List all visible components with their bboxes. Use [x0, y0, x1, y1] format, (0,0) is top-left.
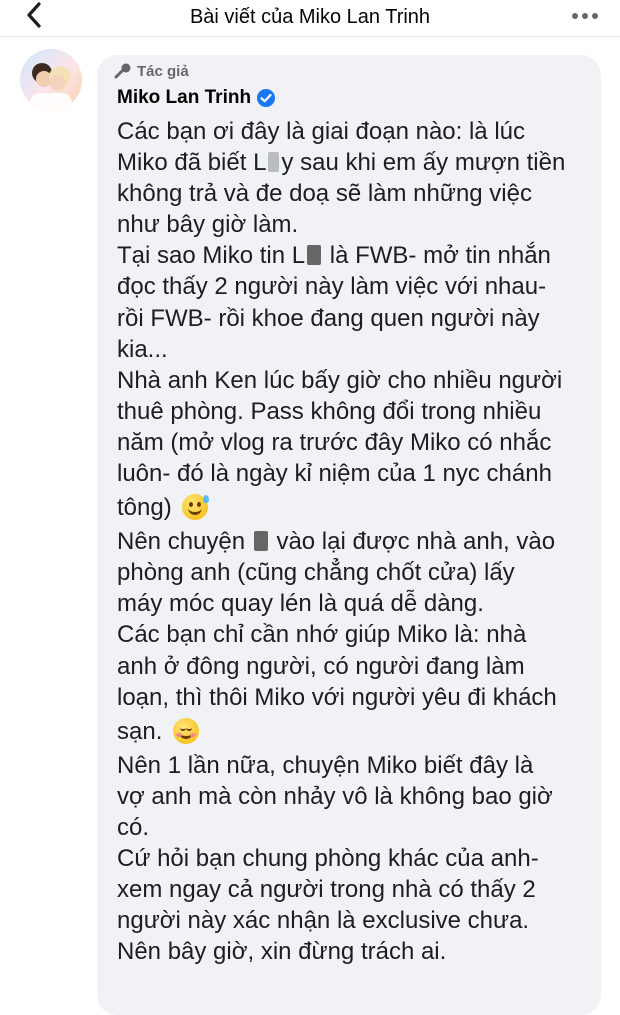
avatar-image — [30, 63, 72, 111]
grinning-sweat-emoji-icon — [182, 494, 210, 521]
text-line: Các bạn ơi đây là giai đoạn nào: là lúc — [117, 118, 525, 145]
author-badge-label: Tác giả — [137, 62, 189, 80]
text-line: sạn. — [117, 713, 595, 750]
redaction-mark — [253, 531, 268, 552]
more-options-button[interactable] — [568, 4, 602, 28]
text-line: xem ngay cả người trong nhà có thấy 2 — [117, 876, 536, 904]
text-line: kia... — [117, 335, 168, 363]
text-line: như bây giờ làm. — [117, 211, 299, 239]
microphone-icon — [113, 62, 133, 80]
author-name[interactable]: Miko Lan Trinh — [117, 87, 276, 109]
text-line: vợ anh mà còn nhảy vô là không bao giờ — [117, 782, 553, 810]
text-line: Nên 1 lần nữa, chuyện Miko biết đây là — [117, 751, 534, 779]
text-line: Các bạn chỉ cần nhớ giúp Miko là: nhà — [117, 621, 527, 649]
text-line: Miko đã biết Ly sau khi em ấy mượn tiền — [117, 149, 566, 177]
text-line: Nhà anh Ken lúc bấy giờ cho nhiều người — [117, 366, 563, 394]
verified-badge-icon — [256, 88, 276, 108]
text-line: phòng anh (cũng chẳng chốt cửa) lấy — [117, 559, 515, 587]
text-line: thuê phòng. Pass không đổi trong nhiều — [117, 397, 542, 425]
author-name-text: Miko Lan Trinh — [117, 87, 252, 108]
text-line: năm (mở vlog ra trước đây Miko có nhắc — [117, 428, 552, 456]
text-line: máy móc quay lén là quá dễ dàng. — [117, 590, 484, 618]
more-horizontal-icon — [571, 7, 599, 25]
text-line: rồi FWB- rồi khoe đang quen người này — [117, 304, 540, 332]
text-line: Cứ hỏi bạn chung phòng khác của anh- — [117, 844, 539, 872]
text-line: Tại sao Miko tin L là FWB- mở tin nhắn — [117, 242, 551, 270]
top-bar: Bài viết của Miko Lan Trinh — [0, 0, 620, 37]
text-line: luôn- đó là ngày kỉ niệm của 1 nyc chánh — [117, 460, 552, 488]
smiling-emoji-icon — [173, 717, 200, 744]
text-line: có. — [117, 813, 150, 841]
text-line: đọc thấy 2 người này làm việc với nhau- — [117, 273, 547, 301]
avatar[interactable] — [20, 49, 82, 111]
text-line: loạn, thì thôi Miko với người yêu đi khá… — [117, 683, 557, 711]
redaction-mark — [268, 152, 280, 173]
author-badge: Tác giả — [113, 62, 189, 80]
text-line: không trả và đe doạ sẽ làm những việc — [117, 180, 532, 208]
redaction-mark — [307, 245, 322, 266]
page-title: Bài viết của Miko Lan Trinh — [189, 6, 431, 28]
text-line: Nên chuyện vào lại được nhà anh, vào — [117, 528, 556, 556]
text-line: người này xác nhận là exclusive chưa. — [117, 907, 530, 935]
text-line: tông) — [117, 489, 595, 526]
comment-text: Các bạn ơi đây là giai đoạn nào: là lúc … — [117, 116, 595, 967]
text-line: anh ở đông người, có người đang làm — [117, 652, 525, 680]
text-line: Nên bây giờ, xin đừng trách ai. — [117, 938, 447, 966]
